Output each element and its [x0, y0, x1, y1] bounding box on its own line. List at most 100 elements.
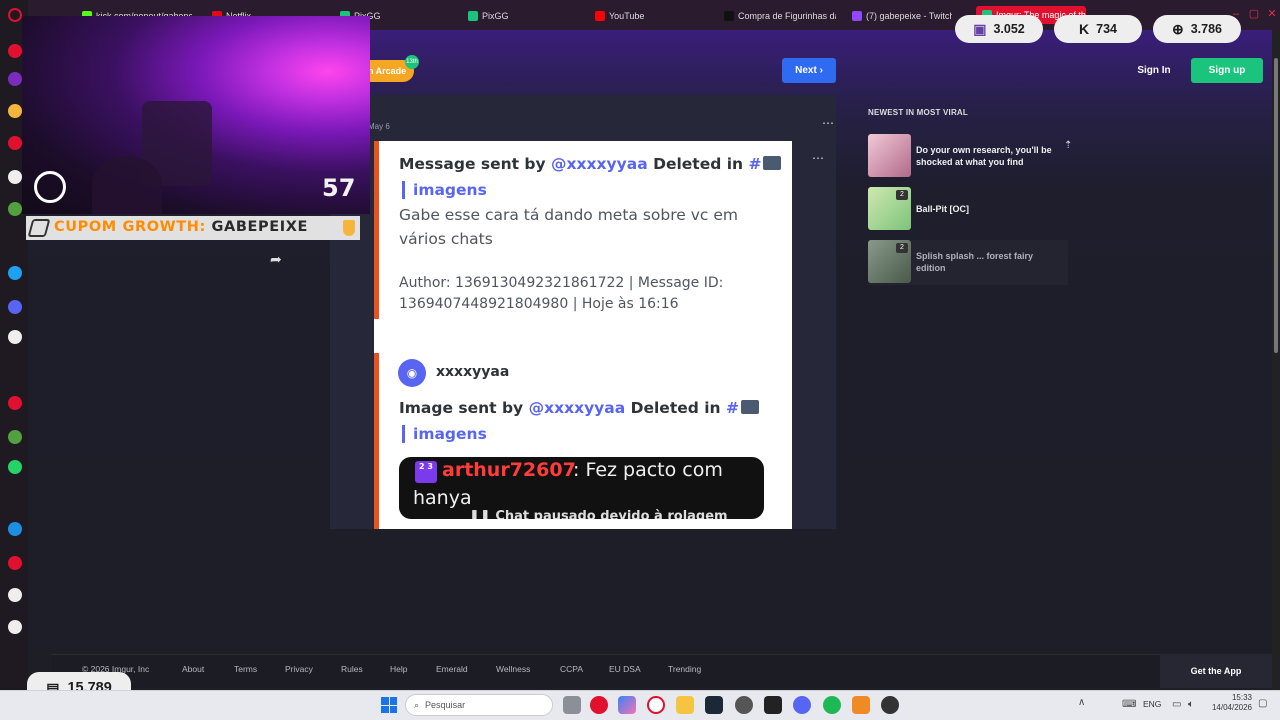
footer-link-ccpa[interactable]: CCPA	[560, 664, 583, 674]
post-more-icon[interactable]: ⋯	[822, 116, 834, 130]
camera-emoji-icon	[763, 156, 782, 170]
embed-accent-bar	[374, 141, 379, 319]
opera-icon[interactable]	[647, 696, 665, 714]
webcam-person	[92, 156, 162, 214]
footer-link-trending[interactable]: Trending	[668, 664, 701, 674]
footer-link-about[interactable]: About	[182, 664, 204, 674]
kick-viewer-pill: K 734	[1054, 15, 1142, 43]
viral-post-title: Splish splash ... forest fairy edition	[916, 251, 1034, 273]
sidebar-app-icon[interactable]	[8, 266, 22, 280]
footer-link-help[interactable]: Help	[390, 664, 407, 674]
webcam-overlay: 57	[22, 16, 370, 214]
shield-icon	[343, 220, 355, 236]
album-count-badge: 2	[896, 243, 908, 253]
sidebar-app-icon[interactable]	[8, 136, 22, 150]
sidebar-app-icon[interactable]	[8, 72, 22, 86]
pixgg-icon	[468, 11, 478, 21]
webcam-counter: 57	[322, 174, 356, 202]
footer-link-eu-dsa[interactable]: EU DSA	[609, 664, 641, 674]
post-date: May 6	[368, 122, 390, 131]
opera-logo-icon[interactable]	[8, 8, 22, 22]
sign-up-button[interactable]: Sign up	[1191, 58, 1263, 83]
discord-icon: ◉	[398, 359, 426, 387]
discord-username: xxxxyyaa	[436, 364, 510, 380]
sidebar-app-icon[interactable]	[8, 620, 22, 634]
footer-link-rules[interactable]: Rules	[341, 664, 363, 674]
sidebar-app-icon[interactable]	[8, 202, 22, 216]
sidebar-app-icon[interactable]	[8, 300, 22, 314]
footer-link-wellness[interactable]: Wellness	[496, 664, 530, 674]
keyboard-icon[interactable]: ⌨	[1122, 699, 1136, 710]
tab-figurinhas[interactable]: Compra de Figurinhas da	[724, 8, 836, 24]
taskbar-clock[interactable]: 15:33 14/04/2026	[1208, 693, 1252, 713]
page-scrollbar-thumb[interactable]	[1274, 58, 1278, 353]
network-icon[interactable]: ▭	[1172, 699, 1181, 710]
share-arrow-icon[interactable]: ➦	[270, 251, 282, 268]
power-icon	[34, 171, 66, 203]
file-explorer-icon[interactable]	[676, 696, 694, 714]
kick-icon: K	[1079, 21, 1090, 37]
opera-gx-icon[interactable]	[590, 696, 608, 714]
sidebar-app-icon[interactable]	[8, 460, 22, 474]
most-viral-heading: NEWEST IN MOST VIRAL	[868, 108, 968, 117]
taskbar-search[interactable]: ⌕ Pesquisar	[405, 694, 553, 716]
tab-pixgg-2[interactable]: PixGG	[468, 8, 528, 24]
windows-start-icon[interactable]	[381, 697, 397, 713]
sidebar-app-icon[interactable]	[8, 430, 22, 444]
notifications-icon[interactable]: ▢	[1258, 698, 1267, 709]
steam-icon[interactable]	[705, 696, 723, 714]
spotify-icon[interactable]	[823, 696, 841, 714]
viral-post-title: Do your own research, you'll be shocked …	[916, 145, 1052, 167]
twitch-icon: ▣	[973, 20, 987, 37]
sidebar-app-icon[interactable]	[8, 556, 22, 570]
app-icon[interactable]	[852, 696, 870, 714]
embed-accent-bar	[374, 353, 379, 529]
get-app-button[interactable]: Get the App	[1160, 654, 1272, 688]
post-image: Message sent by @xxxxyyaa Deleted in # i…	[374, 141, 792, 529]
sidebar-app-icon[interactable]	[8, 104, 22, 118]
sign-in-button[interactable]: Sign In	[1130, 58, 1178, 83]
msg2-title: Image sent by @xxxxyyaa Deleted in #	[399, 399, 759, 417]
volume-icon[interactable]: 🔈︎	[1188, 699, 1194, 710]
sidebar-app-icon[interactable]	[8, 44, 22, 58]
image-more-icon[interactable]: ⋯	[812, 151, 824, 165]
search-icon: ⌕	[414, 699, 420, 710]
maximize-icon[interactable]: ▢	[1248, 8, 1260, 20]
viral-post-title: Ball-Pit [OC]	[916, 204, 969, 214]
input-language[interactable]: ENG	[1143, 699, 1161, 709]
windows-taskbar	[0, 690, 1280, 720]
tray-overflow-icon[interactable]: ∧	[1078, 697, 1085, 708]
post-thumbnail	[868, 134, 911, 177]
viral-post[interactable]: Do your own research, you'll be shocked …	[868, 134, 1068, 179]
msg2-channel: imagens	[402, 425, 487, 443]
taskview-icon[interactable]	[563, 696, 581, 714]
footer-link-privacy[interactable]: Privacy	[285, 664, 313, 674]
app-icon[interactable]	[881, 696, 899, 714]
close-icon[interactable]: ✕	[1266, 8, 1278, 20]
footer-link-terms[interactable]: Terms	[234, 664, 257, 674]
next-button[interactable]: Next ›	[782, 58, 836, 83]
coupon-text: CUPOM GROWTH: GABEPEIXE	[54, 219, 309, 235]
copilot-icon[interactable]	[618, 696, 636, 714]
chevron-right-icon: ›	[819, 65, 823, 76]
viral-post[interactable]: 2 Splish splash ... forest fairy edition	[868, 240, 1068, 285]
footer-link-emerald[interactable]: Emerald	[436, 664, 468, 674]
tab-youtube[interactable]: YouTube	[595, 8, 665, 24]
msg1-meta: Author: 1369130492321861722 | Message ID…	[399, 275, 724, 312]
sidebar-app-icon[interactable]	[8, 396, 22, 410]
msg1-body: Gabe esse cara tá dando meta sobre vc em…	[399, 206, 738, 248]
capcut-icon[interactable]	[764, 696, 782, 714]
msg1-channel: imagens	[402, 181, 487, 199]
sidebar-app-icon[interactable]	[8, 330, 22, 344]
sidebar-app-icon[interactable]	[8, 522, 22, 536]
sidebar-app-icon[interactable]	[8, 170, 22, 184]
chat-username: arthur72607	[442, 459, 576, 481]
globe-icon: ⊕	[1171, 20, 1184, 37]
sidebar-app-icon[interactable]	[8, 588, 22, 602]
album-count-badge: 2	[896, 190, 908, 200]
viral-post[interactable]: 2 Ball-Pit [OC]	[868, 187, 1068, 232]
msg1-title: Message sent by @xxxxyyaa Deleted in #	[399, 155, 782, 173]
tab-twitch[interactable]: (7) gabepeixe - Twitch	[852, 8, 952, 24]
obs-icon[interactable]	[735, 696, 753, 714]
discord-icon[interactable]	[793, 696, 811, 714]
